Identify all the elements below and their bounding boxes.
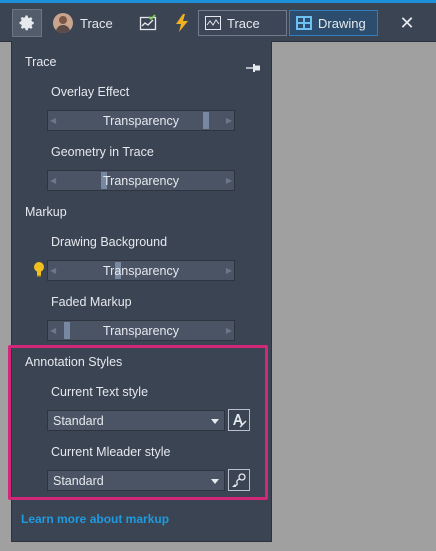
chart-check-icon (139, 14, 157, 31)
trace-user-label: Trace (80, 15, 113, 31)
slider-right-arrow-icon: ▶ (225, 116, 232, 125)
drawing-background-slider-text: Transparency (103, 263, 179, 278)
tab-drawing-label: Drawing (318, 15, 366, 31)
learn-more-link[interactable]: Learn more about markup (21, 512, 169, 526)
overlay-effect-slider[interactable]: ◀ Transparency ▶ (47, 110, 235, 131)
slider-left-arrow-icon: ◀ (50, 326, 57, 335)
trace-waveform-icon (205, 16, 221, 30)
annotation-styles-highlight (8, 345, 268, 500)
settings-button[interactable] (12, 9, 42, 37)
lightbulb-button[interactable] (32, 261, 46, 277)
geometry-in-trace-slider-text: Transparency (103, 173, 179, 188)
faded-markup-slider[interactable]: ◀ Transparency ▶ (47, 320, 235, 341)
faded-markup-slider-text: Transparency (103, 323, 179, 338)
slider-left-arrow-icon: ◀ (50, 116, 57, 125)
geometry-in-trace-label: Geometry in Trace (51, 145, 154, 159)
overlay-effect-label: Overlay Effect (51, 85, 130, 99)
slider-right-arrow-icon: ▶ (225, 266, 232, 275)
chart-check-button[interactable] (137, 12, 159, 34)
faded-markup-label: Faded Markup (51, 295, 132, 309)
toolbar: Trace Trace Drawing ✕ (0, 3, 436, 42)
section-title-markup: Markup (25, 205, 67, 219)
tab-drawing[interactable]: Drawing (289, 10, 378, 36)
slider-right-arrow-icon: ▶ (225, 176, 232, 185)
tab-trace[interactable]: Trace (198, 10, 287, 36)
slider-right-arrow-icon: ▶ (225, 326, 232, 335)
avatar[interactable] (53, 13, 73, 33)
geometry-in-trace-slider[interactable]: ◀ Transparency ▶ (47, 170, 235, 191)
slider-thumb[interactable] (203, 112, 209, 129)
lightning-bolt-icon (176, 14, 188, 32)
tab-trace-label: Trace (227, 15, 260, 31)
drawing-background-label: Drawing Background (51, 235, 168, 249)
lightning-button[interactable] (171, 12, 193, 34)
overlay-effect-slider-text: Transparency (103, 113, 179, 128)
close-button[interactable]: ✕ (396, 12, 418, 34)
drawing-grid-icon (296, 16, 312, 30)
slider-left-arrow-icon: ◀ (50, 176, 57, 185)
slider-left-arrow-icon: ◀ (50, 266, 57, 275)
pin-icon (246, 64, 260, 72)
pin-button[interactable] (246, 60, 260, 72)
lightbulb-icon (34, 262, 44, 277)
close-icon: ✕ (399, 12, 415, 33)
section-title-trace: Trace (25, 55, 57, 69)
drawing-background-slider[interactable]: ◀ Transparency ▶ (47, 260, 235, 281)
gear-icon (19, 15, 34, 31)
slider-thumb[interactable] (64, 322, 70, 339)
